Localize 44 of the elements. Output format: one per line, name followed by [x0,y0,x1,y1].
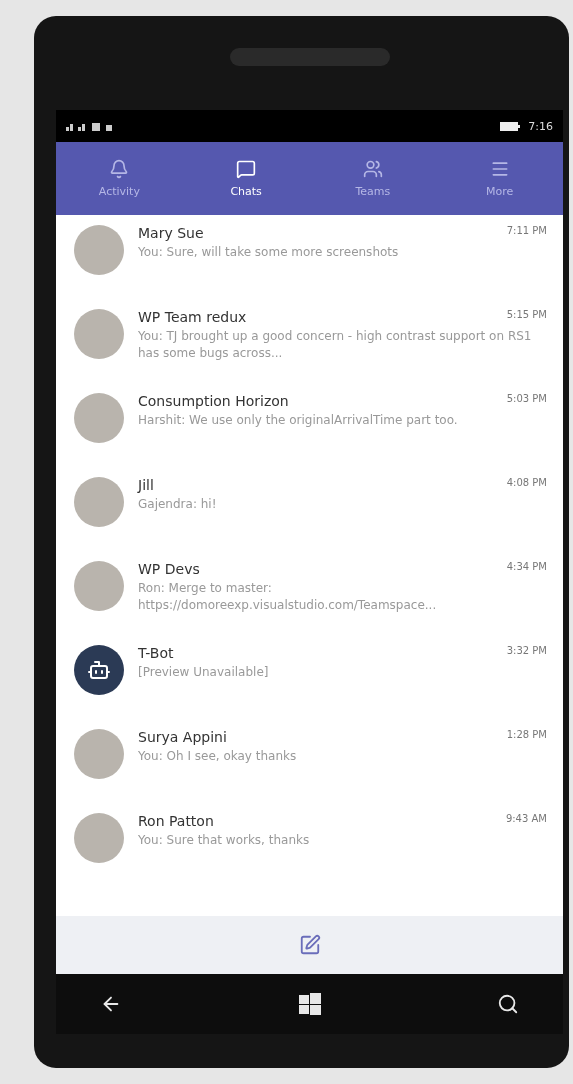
chat-name: Surya Appini [138,729,227,745]
nav-tab[interactable]: More [436,142,563,215]
avatar-placeholder [74,729,124,779]
chat-name: Mary Sue [138,225,204,241]
chat-name: WP Devs [138,561,200,577]
nav-tab[interactable]: Teams [309,142,437,215]
chat-time: 5:15 PM [506,309,547,322]
chat-preview: Gajendra: hi! [138,496,218,513]
chat-preview: You: TJ brought up a good concern - high contrast support on RS1 has some bugs across... [138,328,533,362]
chat-time: 1:28 PM [506,729,547,742]
chat-preview: Harshit: We use only the originalArrivalTime part too. [138,412,459,429]
chat-time: 7:11 PM [506,225,547,238]
bell-icon [109,159,130,179]
chat-preview: You: Sure, will take some more screenshots [138,244,400,261]
chat-name: Jill [138,477,154,493]
nav-tab[interactable]: Chats [182,142,310,215]
avatar-placeholder [74,477,124,527]
chat-name: WP Team redux [138,309,247,325]
battery-icon [500,121,521,131]
chat-name: Ron Patton [138,813,214,829]
avatar-placeholder [74,561,124,611]
chat-time: 9:43 AM [505,813,547,826]
avatar-placeholder [74,309,124,359]
robot-icon [87,658,111,682]
avatar-placeholder [74,813,124,863]
chat-time: 3:32 PM [506,645,547,658]
avatar-placeholder [74,225,124,275]
people-icon [362,159,383,179]
chat-time: 4:08 PM [506,477,547,490]
pen-on-square-icon [298,934,321,956]
chat-bubble-icon [236,159,257,179]
chat-preview: You: Sure that works, thanks [138,832,311,849]
chat-preview: [Preview Unavailable] [138,664,270,681]
nav-tab[interactable]: Activity [56,142,183,215]
chat-preview: Ron: Merge to master: https://domoreexp.visualstudio.com/Teamspace... [138,580,438,614]
chat-name: T-Bot [138,645,174,661]
chat-time: 5:03 PM [506,393,547,406]
windows-logo-icon [298,993,321,1015]
chat-preview: You: Oh I see, okay thanks [138,748,298,765]
avatar-placeholder [74,393,124,443]
search-icon [497,993,519,1015]
status-time: 7:16 [528,119,553,133]
chat-time: 4:34 PM [506,561,547,574]
chat-name: Consumption Horizon [138,393,289,409]
